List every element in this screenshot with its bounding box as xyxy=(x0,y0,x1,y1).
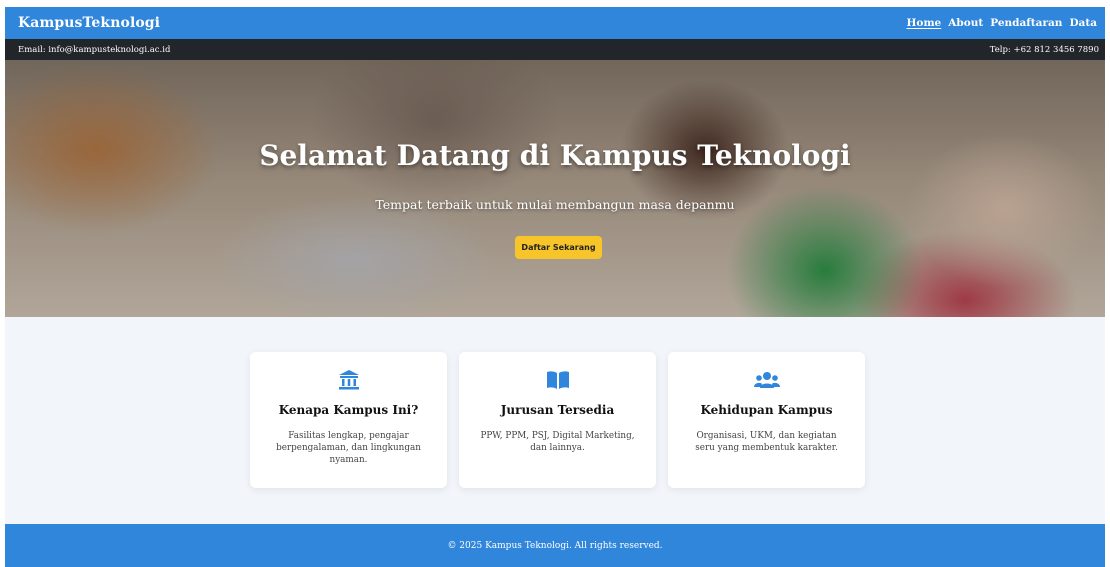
users-icon xyxy=(668,369,865,391)
card-title: Kenapa Kampus Ini? xyxy=(278,403,419,417)
card-title: Jurusan Tersedia xyxy=(500,403,615,417)
contact-email: Email: info@kampusteknologi.ac.id xyxy=(18,44,171,55)
navbar: KampusTeknologi Home About Pendaftaran D… xyxy=(5,7,1105,39)
card-text: PPW, PPM, PSJ, Digital Marketing, dan la… xyxy=(480,431,635,453)
hero-title: Selamat Datang di Kampus Teknologi xyxy=(259,139,851,172)
nav-pendaftaran-link[interactable]: Pendaftaran xyxy=(990,17,1062,29)
footer-copyright: © 2025 Kampus Teknologi. All rights rese… xyxy=(447,540,663,551)
brand-logo[interactable]: KampusTeknologi xyxy=(18,15,160,31)
card-text: Organisasi, UKM, dan kegiatan seru yang … xyxy=(695,431,838,453)
page: KampusTeknologi Home About Pendaftaran D… xyxy=(5,7,1105,567)
contact-phone: Telp: +62 812 3456 7890 xyxy=(989,44,1099,55)
card-title: Kehidupan Kampus xyxy=(700,403,833,417)
feature-card-programs: Jurusan Tersedia PPW, PPM, PSJ, Digital … xyxy=(459,352,656,488)
register-now-button[interactable]: Daftar Sekarang xyxy=(515,236,602,259)
hero-content: Selamat Datang di Kampus Teknologi Tempa… xyxy=(5,60,1105,317)
nav-links: Home About Pendaftaran Data xyxy=(907,17,1097,29)
feature-card-why: Kenapa Kampus Ini? Fasilitas lengkap, pe… xyxy=(250,352,447,488)
footer: © 2025 Kampus Teknologi. All rights rese… xyxy=(5,524,1105,567)
hero-subtitle: Tempat terbaik untuk mulai membangun mas… xyxy=(375,197,735,212)
nav-data-link[interactable]: Data xyxy=(1069,17,1097,29)
university-icon xyxy=(250,369,447,391)
nav-about-link[interactable]: About xyxy=(948,17,983,29)
nav-home-link[interactable]: Home xyxy=(907,17,942,29)
contact-bar: Email: info@kampusteknologi.ac.id Telp: … xyxy=(5,39,1105,60)
feature-card-campus-life: Kehidupan Kampus Organisasi, UKM, dan ke… xyxy=(668,352,865,488)
book-icon xyxy=(459,369,656,391)
hero-banner: Selamat Datang di Kampus Teknologi Tempa… xyxy=(5,60,1105,317)
card-text: Fasilitas lengkap, pengajar berpengalama… xyxy=(276,431,421,465)
